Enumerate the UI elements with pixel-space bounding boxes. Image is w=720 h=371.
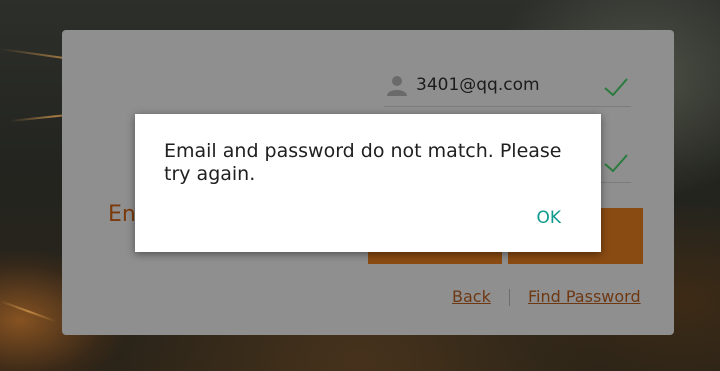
dialog-message: Email and password do not match. Please … (164, 140, 562, 185)
partial-label: En (108, 202, 136, 227)
check-icon (604, 78, 628, 97)
ok-button[interactable]: OK (536, 208, 561, 228)
back-link[interactable]: Back (452, 287, 491, 306)
check-icon (604, 154, 628, 173)
link-separator (509, 289, 510, 306)
error-dialog: Email and password do not match. Please … (135, 114, 601, 252)
footer-links: Back Find Password (452, 287, 644, 309)
user-icon (387, 76, 407, 96)
email-value: 3401@qq.com (416, 75, 540, 95)
find-password-link[interactable]: Find Password (528, 287, 641, 306)
email-field[interactable]: 3401@qq.com (384, 72, 631, 107)
